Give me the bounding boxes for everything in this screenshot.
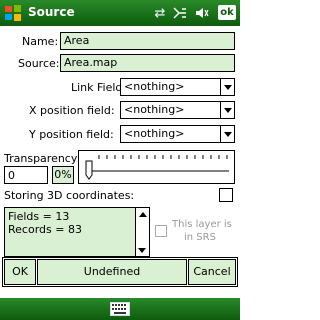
- name-label: Name:: [22, 35, 59, 48]
- storing-3d-checkbox[interactable]: [219, 188, 233, 202]
- srs-label-line1: This layer is: [172, 219, 232, 230]
- info-listbox[interactable]: Fields = 13 Records = 83: [4, 207, 150, 257]
- scroll-down-icon[interactable]: [136, 244, 148, 256]
- slider-track-icon: [85, 155, 229, 180]
- connectivity-icon[interactable]: ⇄: [152, 4, 168, 22]
- chevron-down-icon[interactable]: [220, 126, 234, 142]
- info-records: Records = 83: [8, 223, 82, 236]
- storing-3d-label: Storing 3D coordinates:: [4, 189, 135, 202]
- x-position-value: <nothing>: [124, 103, 185, 116]
- link-field-select[interactable]: <nothing>: [120, 78, 235, 96]
- info-scrollbar[interactable]: [135, 208, 149, 256]
- title-bar: Source ⇄ ok: [0, 0, 240, 26]
- y-position-value: <nothing>: [124, 127, 185, 140]
- signal-icon[interactable]: [172, 4, 188, 22]
- scroll-up-icon[interactable]: [136, 208, 149, 220]
- x-position-select[interactable]: <nothing>: [120, 101, 235, 119]
- link-field-label: Link Field:: [71, 81, 127, 94]
- transparency-input[interactable]: 0: [4, 166, 48, 184]
- ok-button[interactable]: OK: [4, 259, 36, 285]
- name-input[interactable]: Area: [60, 32, 235, 50]
- y-position-label: Y position field:: [29, 128, 114, 141]
- transparency-slider[interactable]: [78, 150, 235, 184]
- link-field-value: <nothing>: [124, 80, 185, 93]
- chevron-down-icon[interactable]: [220, 79, 234, 95]
- transparency-label: Transparency:: [4, 152, 81, 165]
- cancel-button[interactable]: Cancel: [188, 259, 236, 285]
- x-position-label: X position field:: [29, 104, 115, 117]
- keyboard-icon[interactable]: [110, 302, 130, 316]
- undefined-button[interactable]: Undefined: [37, 259, 187, 285]
- transparency-percent: 0%: [52, 166, 74, 184]
- bottom-menu-bar: [0, 298, 240, 320]
- source-input[interactable]: Area.map: [60, 54, 235, 72]
- volume-icon[interactable]: [194, 4, 210, 22]
- source-label: Source:: [18, 57, 60, 70]
- windows-logo-icon[interactable]: [4, 4, 22, 22]
- srs-checkbox[interactable]: [155, 225, 167, 237]
- y-position-select[interactable]: <nothing>: [120, 125, 235, 143]
- info-fields: Fields = 13: [8, 210, 70, 223]
- chevron-down-icon[interactable]: [220, 102, 234, 118]
- window-title: Source: [28, 5, 75, 19]
- srs-label-line2: in SRS: [184, 232, 216, 243]
- ok-title-button[interactable]: ok: [218, 5, 236, 20]
